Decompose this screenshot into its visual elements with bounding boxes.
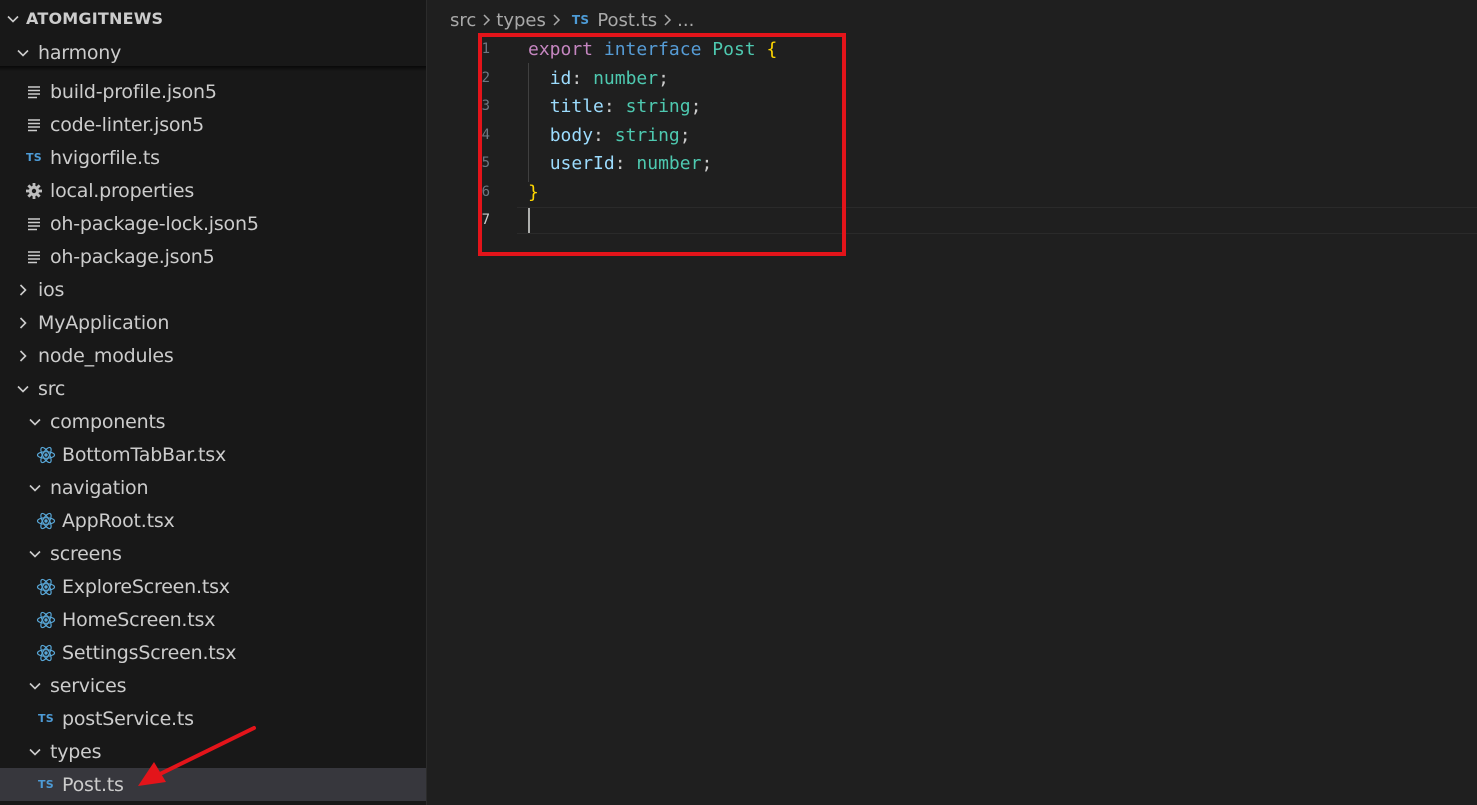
chevron-right-icon — [16, 349, 30, 363]
chevron-down-icon — [28, 745, 42, 759]
react-icon — [36, 511, 56, 531]
tree-item-label: components — [50, 410, 166, 433]
tree-folder[interactable]: src — [0, 372, 426, 405]
tree-item-label: screens — [50, 542, 122, 565]
react-icon — [36, 610, 56, 630]
tree-folder[interactable]: services — [0, 669, 426, 702]
typescript-icon: TS — [24, 148, 44, 168]
tree-folder[interactable]: harmony — [0, 36, 426, 69]
tree-item-label: oh-package.json5 — [50, 245, 215, 268]
tree-item-label: local.properties — [50, 179, 195, 202]
sticky-scroll-shadow — [0, 66, 426, 71]
ts-badge: TS — [37, 778, 55, 791]
tree-file[interactable]: SettingsScreen.tsx — [0, 636, 426, 669]
chevron-down-icon — [28, 481, 42, 495]
tree-folder[interactable]: ios — [0, 273, 426, 306]
typescript-icon: TS — [36, 709, 56, 729]
react-icon — [36, 445, 56, 465]
tree-file[interactable]: ExploreScreen.tsx — [0, 570, 426, 603]
tree-item-label: SettingsScreen.tsx — [62, 641, 237, 664]
tree-folder[interactable]: node_modules — [0, 339, 426, 372]
explorer-sidebar: ATOMGITNEWS harmony build-profile.json5 co… — [0, 0, 427, 805]
tree-file[interactable]: local.properties — [0, 174, 426, 207]
breadcrumb-item-types[interactable]: types — [496, 10, 546, 31]
breadcrumb: src types TS Post.ts ... — [450, 7, 694, 33]
tree-item-label: BottomTabBar.tsx — [62, 443, 227, 466]
typescript-icon: TS — [571, 13, 590, 27]
react-icon — [36, 643, 56, 663]
json-lines-icon — [24, 214, 44, 234]
chevron-down-icon — [28, 679, 42, 693]
ts-badge: TS — [25, 151, 43, 164]
tree-file[interactable]: oh-package.json5 — [0, 240, 426, 273]
tree-folder[interactable]: screens — [0, 537, 426, 570]
tree-file[interactable]: BottomTabBar.tsx — [0, 438, 426, 471]
tree-item-label: navigation — [50, 476, 149, 499]
ts-badge: TS — [37, 712, 55, 725]
tree-file[interactable]: HomeScreen.tsx — [0, 603, 426, 636]
breadcrumb-item-src[interactable]: src — [450, 10, 476, 31]
tree-item-label: src — [38, 377, 66, 400]
gear-icon — [24, 181, 44, 201]
tree-item-label: services — [50, 674, 127, 697]
explorer-root-header[interactable]: ATOMGITNEWS — [0, 2, 426, 35]
tree-file[interactable]: TS hvigorfile.ts — [0, 141, 426, 174]
chevron-down-icon — [28, 547, 42, 561]
tree-item-label: code-linter.json5 — [50, 113, 205, 136]
chevron-down-icon — [16, 46, 30, 60]
chevron-down-icon — [28, 415, 42, 429]
tree-item-label: build-profile.json5 — [50, 80, 217, 103]
json-lines-icon — [24, 82, 44, 102]
breadcrumb-item-symbols[interactable]: ... — [677, 10, 694, 31]
tree-item-label: node_modules — [38, 344, 174, 367]
json-lines-icon — [24, 115, 44, 135]
chevron-right-icon — [662, 13, 672, 27]
react-icon — [36, 577, 56, 597]
tree-folder[interactable]: components — [0, 405, 426, 438]
chevron-down-icon — [6, 12, 20, 26]
typescript-icon: TS — [36, 775, 56, 795]
explorer-root-label: ATOMGITNEWS — [26, 9, 164, 28]
tree-folder[interactable]: navigation — [0, 471, 426, 504]
tree-item-label: MyApplication — [38, 311, 170, 334]
tree-folder[interactable]: MyApplication — [0, 306, 426, 339]
breadcrumb-item-file[interactable]: Post.ts — [597, 10, 657, 31]
tree-item-label: harmony — [38, 41, 122, 64]
tree-item-label: ExploreScreen.tsx — [62, 575, 230, 598]
chevron-right-icon — [16, 283, 30, 297]
tree-item-label: AppRoot.tsx — [62, 509, 175, 532]
tree-file[interactable]: AppRoot.tsx — [0, 504, 426, 537]
chevron-right-icon — [16, 316, 30, 330]
tree-item-label: hvigorfile.ts — [50, 146, 160, 169]
tree-item-label: ios — [38, 278, 65, 301]
tree-item-label: types — [50, 740, 102, 763]
annotation-arrow-icon — [138, 726, 256, 786]
json-lines-icon — [24, 247, 44, 267]
tree-item-label: oh-package-lock.json5 — [50, 212, 259, 235]
tree-item-label: Post.ts — [62, 773, 124, 796]
chevron-right-icon — [551, 13, 561, 27]
tree-file[interactable]: code-linter.json5 — [0, 108, 426, 141]
chevron-right-icon — [481, 13, 491, 27]
chevron-down-icon — [16, 382, 30, 396]
tree-file[interactable]: oh-package-lock.json5 — [0, 207, 426, 240]
tree-item-label: HomeScreen.tsx — [62, 608, 216, 631]
annotation-highlight-box — [478, 33, 846, 256]
tree-file[interactable]: build-profile.json5 — [0, 75, 426, 108]
